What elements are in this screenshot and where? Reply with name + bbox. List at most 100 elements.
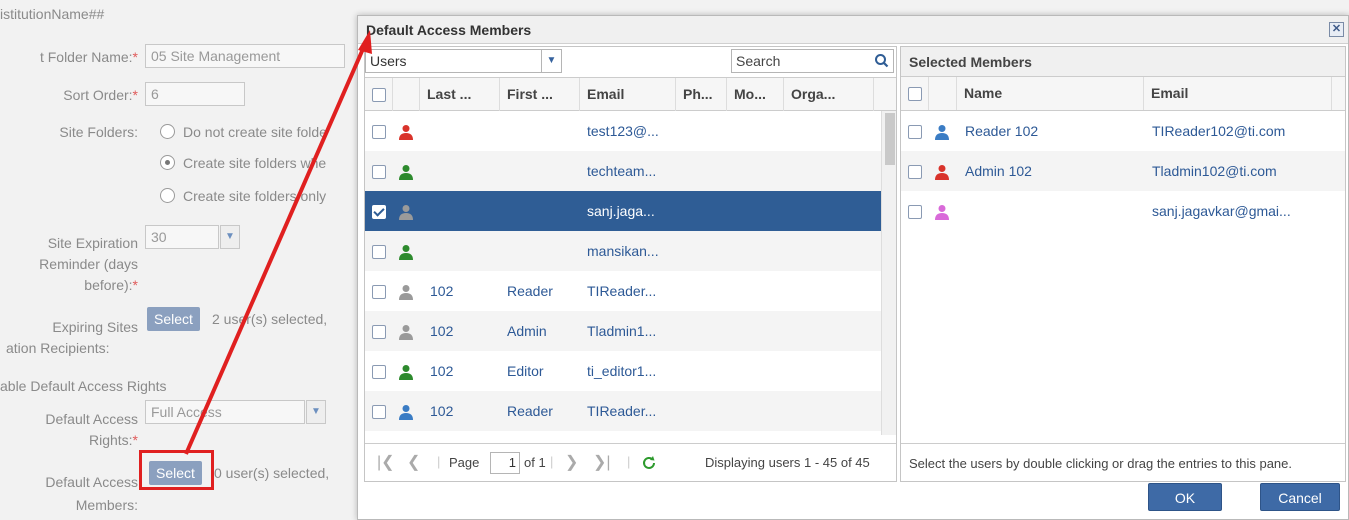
- table-row[interactable]: 102 Reader TIReader...: [365, 391, 881, 431]
- column-organization[interactable]: Orga...: [784, 78, 874, 111]
- refresh-icon[interactable]: [641, 455, 657, 471]
- site-folder-option-2[interactable]: Create site folders whe: [160, 155, 326, 171]
- user-icon-cell: [399, 111, 413, 151]
- pager: |❮ ❮ | Page 1 of 1 | ❯ ❯| | Displaying u…: [365, 443, 896, 481]
- user-icon-cell: [399, 351, 413, 391]
- radio-icon: [160, 124, 175, 139]
- table-row[interactable]: 102 Reader TIReader...: [365, 271, 881, 311]
- row-checkbox[interactable]: [372, 351, 386, 391]
- column-last-name[interactable]: Last ...: [420, 78, 500, 111]
- row-checkbox[interactable]: [372, 151, 386, 191]
- user-icon-cell: [399, 231, 413, 271]
- display-count-text: Displaying users 1 - 45 of 45: [705, 455, 870, 470]
- user-icon: [935, 205, 949, 221]
- email-cell: TIReader102@ti.com: [1152, 123, 1286, 139]
- sort-order-label: Sort Order:*: [63, 87, 138, 103]
- row-checkbox[interactable]: [908, 111, 922, 151]
- row-checkbox[interactable]: [372, 191, 386, 231]
- column-name[interactable]: Name: [957, 77, 1144, 110]
- users-grid-header: Last ... First ... Email Ph... Mo... Org…: [365, 77, 896, 111]
- table-row[interactable]: mansikan...: [365, 231, 881, 271]
- row-checkbox[interactable]: [372, 311, 386, 351]
- first-page-icon[interactable]: |❮: [377, 452, 395, 472]
- ok-button[interactable]: OK: [1148, 483, 1222, 511]
- row-checkbox[interactable]: [372, 231, 386, 271]
- column-email[interactable]: Email: [580, 78, 676, 111]
- column-phone[interactable]: Ph...: [676, 78, 727, 111]
- select-all-selected-checkbox[interactable]: [901, 77, 929, 110]
- site-folders-label: Site Folders:: [59, 124, 138, 140]
- first-name-cell: Reader: [507, 403, 553, 419]
- row-checkbox[interactable]: [372, 271, 386, 311]
- user-icon: [935, 165, 949, 181]
- page-number-input[interactable]: 1: [490, 452, 520, 474]
- default-rights-select[interactable]: Full Access: [145, 400, 305, 424]
- select-all-checkbox[interactable]: [365, 78, 393, 111]
- site-folder-option-3[interactable]: Create site folders only: [160, 188, 326, 204]
- table-row[interactable]: sanj.jagavkar@gmai...: [901, 191, 1345, 231]
- folder-name-label: t Folder Name:*: [39, 49, 138, 65]
- email-cell: TIReader...: [587, 403, 657, 419]
- last-name-cell: 102: [430, 283, 454, 299]
- radio-icon: [160, 188, 175, 203]
- last-page-icon[interactable]: ❯|: [593, 452, 611, 472]
- chevron-down-icon[interactable]: ▼: [306, 400, 326, 424]
- email-cell: Tladmin102@ti.com: [1152, 163, 1277, 179]
- cancel-button[interactable]: Cancel: [1260, 483, 1340, 511]
- search-icon[interactable]: [873, 52, 891, 70]
- default-access-members-dialog: Default Access Members ✕ Users ▼ Search …: [357, 15, 1349, 520]
- expiring-select-button[interactable]: Select: [147, 307, 200, 331]
- email-cell: ti_editor1...: [587, 363, 657, 379]
- site-folder-option-1[interactable]: Do not create site folde: [160, 124, 327, 140]
- chevron-down-icon[interactable]: ▼: [220, 225, 240, 249]
- table-row[interactable]: techteam...: [365, 151, 881, 191]
- column-mobile[interactable]: Mo...: [727, 78, 784, 111]
- row-checkbox[interactable]: [372, 111, 386, 151]
- checkbox-icon: [372, 125, 386, 140]
- table-row[interactable]: Admin 102 Tladmin102@ti.com: [901, 151, 1345, 191]
- expiring-sites-label-2: ation Recipients:: [6, 340, 110, 356]
- prev-page-icon[interactable]: ❮: [407, 452, 420, 472]
- table-row[interactable]: 102 Admin Tladmin1...: [365, 311, 881, 351]
- close-icon[interactable]: ✕: [1329, 22, 1344, 37]
- default-rights-label-1: Default Access: [45, 411, 138, 427]
- scrollbar-thumb[interactable]: [885, 113, 895, 165]
- next-page-icon[interactable]: ❯: [565, 452, 578, 472]
- table-row[interactable]: test123@...: [365, 111, 881, 151]
- table-row[interactable]: 102 Editor ti_editor1...: [365, 351, 881, 391]
- row-checkbox[interactable]: [908, 151, 922, 191]
- checkbox-icon: [372, 325, 386, 340]
- column-selected-email[interactable]: Email: [1144, 77, 1332, 110]
- first-name-cell: Admin: [507, 323, 547, 339]
- sort-order-input[interactable]: 6: [145, 82, 245, 106]
- email-cell: test123@...: [587, 123, 659, 139]
- row-checkbox[interactable]: [908, 191, 922, 231]
- checkbox-icon: [908, 87, 922, 102]
- checkbox-icon: [372, 88, 386, 103]
- expiring-sites-label-1: Expiring Sites: [52, 319, 138, 335]
- checkbox-icon: [372, 405, 386, 420]
- chevron-down-icon[interactable]: ▼: [541, 50, 561, 72]
- column-first-name[interactable]: First ...: [500, 78, 580, 111]
- folder-name-input[interactable]: 05 Site Management: [145, 44, 345, 68]
- search-input[interactable]: Search: [731, 49, 894, 73]
- vertical-scrollbar[interactable]: [881, 111, 896, 435]
- user-icon: [399, 125, 413, 141]
- row-checkbox[interactable]: [372, 391, 386, 431]
- pager-divider: |: [627, 454, 631, 469]
- table-row[interactable]: Reader 102 TIReader102@ti.com: [901, 111, 1345, 151]
- site-expiration-select[interactable]: 30: [145, 225, 219, 249]
- user-icon: [399, 325, 413, 341]
- checkbox-icon: [372, 365, 386, 380]
- selected-pane-hint: Select the users by double clicking or d…: [901, 443, 1345, 481]
- pager-divider: |: [437, 454, 441, 469]
- user-icon-cell: [399, 151, 413, 191]
- user-icon: [399, 285, 413, 301]
- institution-name: istitutionName##: [0, 6, 105, 22]
- page-of-text: of 1: [524, 455, 546, 470]
- user-type-select[interactable]: Users ▼: [365, 49, 562, 73]
- user-icon-cell: [399, 271, 413, 311]
- user-icon-cell: [399, 391, 413, 431]
- table-row[interactable]: sanj.jaga...: [365, 191, 881, 231]
- name-cell: Reader 102: [965, 123, 1039, 139]
